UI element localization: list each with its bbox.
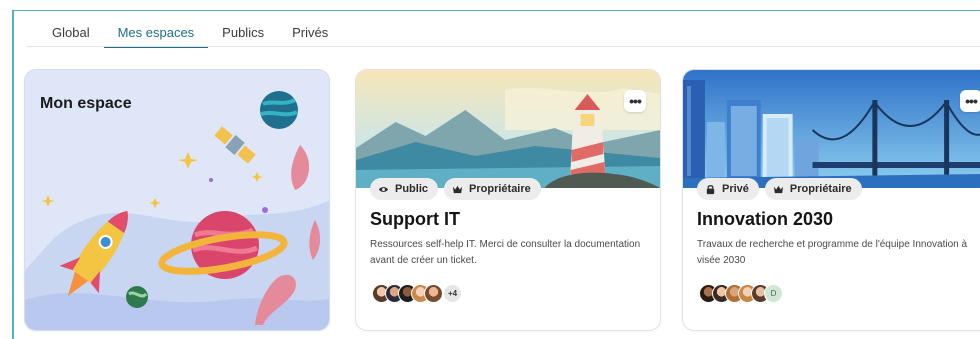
- more-members-count: +4: [443, 284, 462, 303]
- my-space-title: Mon espace: [40, 95, 132, 112]
- space-card-support-it[interactable]: ••• Public Propriétaire Support IT Resso…: [355, 69, 661, 331]
- visibility-badge: Privé: [697, 178, 759, 200]
- tabs-divider: [26, 46, 980, 47]
- member-avatars[interactable]: D: [699, 284, 783, 303]
- crown-icon: [773, 185, 784, 193]
- tab-bar: Global Mes espaces Publics Privés: [38, 11, 342, 48]
- member-avatars[interactable]: +4: [372, 284, 462, 303]
- space-description: Ressources self-help IT. Merci de consul…: [370, 239, 641, 266]
- spaces-panel: Global Mes espaces Publics Privés Mon es…: [12, 10, 980, 339]
- space-card-innovation-2030[interactable]: ••• Privé Propriétaire Innovation 2030 T…: [682, 69, 980, 331]
- visibility-badge: Public: [370, 178, 439, 200]
- role-badge: Propriétaire: [444, 178, 541, 200]
- space-title: Support IT: [370, 209, 460, 229]
- more-options-button[interactable]: •••: [960, 90, 980, 112]
- lock-icon: [706, 184, 715, 194]
- role-label: Propriétaire: [789, 183, 852, 195]
- tab-prives[interactable]: Privés: [278, 25, 342, 47]
- city-bridge-banner: [683, 70, 980, 188]
- tab-mes-espaces[interactable]: Mes espaces: [103, 25, 209, 48]
- role-label: Propriétaire: [469, 183, 531, 195]
- space-description: Travaux de recherche et programme de l'é…: [697, 239, 968, 266]
- tab-global[interactable]: Global: [38, 25, 104, 47]
- visibility-label: Privé: [722, 183, 749, 195]
- badge-row: Privé Propriétaire: [697, 178, 862, 200]
- role-badge: Propriétaire: [764, 178, 862, 200]
- my-space-card[interactable]: Mon espace: [24, 69, 330, 331]
- tab-publics[interactable]: Publics: [208, 25, 278, 47]
- space-title: Innovation 2030: [697, 209, 834, 229]
- lighthouse-banner: [356, 70, 660, 188]
- visibility-label: Public: [395, 183, 429, 195]
- crown-icon: [452, 185, 463, 193]
- avatar-initial: D: [764, 284, 783, 303]
- eye-icon: [378, 186, 389, 192]
- badge-row: Public Propriétaire: [370, 178, 541, 200]
- avatar: [424, 284, 443, 303]
- more-options-button[interactable]: •••: [624, 90, 646, 112]
